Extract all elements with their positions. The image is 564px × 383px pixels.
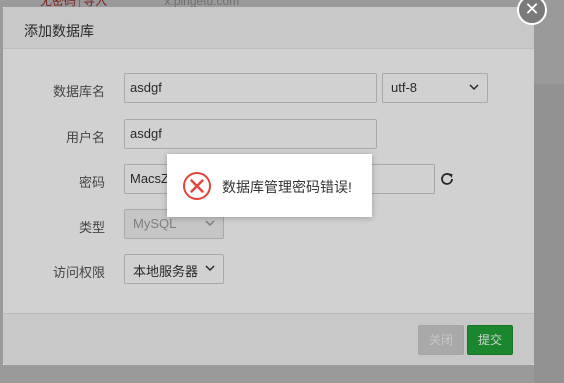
username-label: 用户名	[65, 130, 105, 145]
type-label: 类型	[78, 220, 105, 235]
background-strip	[534, 84, 564, 383]
password-label: 密码	[78, 175, 105, 190]
row-access: 访问权限 本地服务器	[3, 254, 534, 286]
close-button[interactable]: 关闭	[418, 325, 464, 355]
refresh-icon[interactable]	[439, 171, 455, 187]
charset-select[interactable]: utf-8	[382, 73, 488, 103]
chevron-down-icon	[205, 265, 215, 272]
dialog-title: 添加数据库	[24, 23, 94, 39]
type-value: MySQL	[133, 216, 177, 231]
access-label: 访问权限	[52, 265, 105, 280]
db-name-input[interactable]: asdgf	[124, 73, 377, 103]
dialog-footer: 关闭 提交	[3, 313, 534, 365]
access-value: 本地服务器	[133, 264, 199, 279]
row-username: 用户名 asdgf	[3, 119, 534, 151]
dialog-header: 添加数据库	[3, 7, 534, 49]
charset-value: utf-8	[391, 80, 418, 95]
error-message: 数据库管理密码错误!	[222, 179, 352, 195]
username-input[interactable]: asdgf	[124, 119, 377, 149]
row-db-name: 数据库名 asdgf utf-8	[3, 73, 534, 105]
chevron-down-icon	[469, 84, 479, 91]
access-select[interactable]: 本地服务器	[124, 254, 224, 284]
error-toast: 数据库管理密码错误!	[167, 154, 372, 217]
db-name-label: 数据库名	[52, 84, 105, 99]
error-circle-icon	[183, 172, 211, 200]
chevron-down-icon	[205, 220, 215, 227]
submit-button[interactable]: 提交	[467, 325, 513, 355]
